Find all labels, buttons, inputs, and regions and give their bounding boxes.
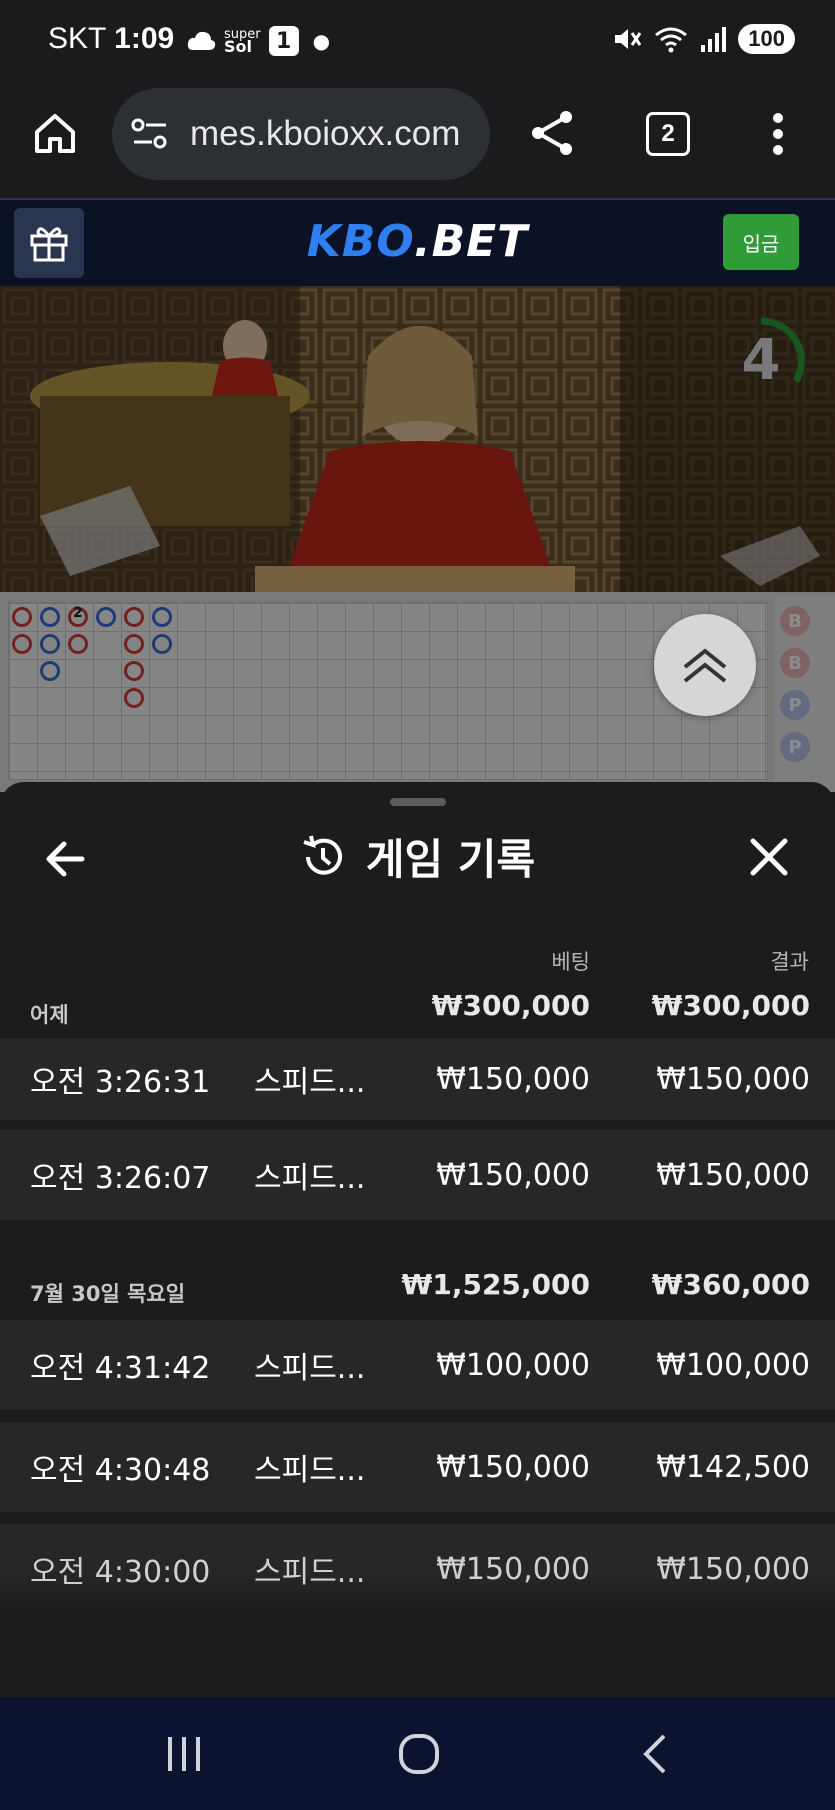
mute-icon [615, 29, 642, 49]
game-history-sheet: 게임 기록 베팅 결과 어제 ₩300,000 ₩300,000 오전 3:26… [0, 782, 835, 1697]
group-bet-total: ₩300,000 [431, 989, 590, 1022]
browser-toolbar: mes.kboioxx.com 2 [0, 88, 835, 198]
site-logo[interactable]: KBO.BET [0, 216, 835, 267]
chevron-up-icon [683, 648, 727, 683]
sheet-header: 게임 기록 [0, 826, 835, 887]
close-button[interactable] [744, 832, 794, 882]
history-row[interactable]: 오전 4:31:42 스피드... ₩100,000 ₩100,000 [0, 1320, 835, 1410]
url-text[interactable]: mes.kboioxx.com [190, 114, 460, 154]
row-time: 오전 3:26:07 [30, 1161, 211, 1196]
dot-icon: ● [312, 29, 331, 53]
more-icon [773, 113, 783, 155]
carrier: SKT [48, 22, 106, 55]
tabs-button[interactable]: 2 [646, 112, 690, 156]
home-nav-icon [399, 1734, 439, 1774]
row-bet: ₩150,000 [436, 1157, 590, 1193]
row-game: 스피드... [254, 1161, 366, 1196]
back-nav-icon [643, 1734, 666, 1774]
notification-badge: 1 [268, 26, 299, 56]
clock: 1:09 [114, 22, 175, 55]
row-game: 스피드... [254, 1065, 366, 1100]
row-bet: ₩150,000 [436, 1551, 590, 1587]
more-menu-button[interactable] [770, 112, 786, 160]
row-bet: ₩100,000 [436, 1347, 590, 1383]
battery-indicator: 100 [738, 24, 795, 54]
close-icon [750, 838, 788, 876]
share-button[interactable] [528, 108, 576, 162]
row-result: ₩150,000 [656, 1061, 810, 1097]
recent-apps-icon [168, 1737, 200, 1771]
row-time: 오전 3:26:31 [30, 1065, 211, 1100]
tabs-icon: 2 [646, 112, 690, 156]
deposit-button[interactable]: 입금 [723, 214, 799, 270]
home-nav-button[interactable] [398, 1733, 440, 1779]
row-bet: ₩150,000 [436, 1449, 590, 1485]
column-header-result: 결과 [770, 950, 809, 974]
row-result: ₩100,000 [656, 1347, 810, 1383]
site-header: KBO.BET 입금 [0, 198, 835, 288]
drag-handle[interactable] [390, 798, 446, 806]
row-time: 오전 4:31:42 [30, 1351, 211, 1386]
site-settings-icon[interactable] [130, 116, 170, 152]
status-bar: SKT 1:09 super Sol 1 ● 100 [0, 0, 835, 88]
system-nav-bar [0, 1697, 835, 1810]
history-row[interactable]: 오전 4:30:00 스피드... ₩150,000 ₩150,000 [0, 1524, 835, 1614]
signal-icon [701, 27, 727, 52]
row-result: ₩150,000 [656, 1551, 810, 1587]
expand-button[interactable] [654, 614, 756, 716]
history-row[interactable]: 오전 4:30:48 스피드... ₩150,000 ₩142,500 [0, 1422, 835, 1512]
address-bar[interactable]: mes.kboioxx.com [112, 88, 490, 180]
sheet-title: 게임 기록 [365, 835, 536, 884]
row-result: ₩142,500 [656, 1449, 810, 1485]
row-game: 스피드... [254, 1351, 366, 1386]
share-icon [532, 111, 572, 155]
row-result: ₩150,000 [656, 1157, 810, 1193]
super-sol-icon: super Sol [224, 27, 261, 56]
home-button[interactable] [32, 110, 78, 160]
status-right: 100 [612, 24, 795, 54]
row-time: 오전 4:30:48 [30, 1453, 211, 1488]
row-game: 스피드... [254, 1453, 366, 1488]
wifi-icon [655, 27, 688, 53]
backdrop-dim[interactable] [0, 286, 835, 792]
home-icon [35, 114, 75, 153]
notification-icons: super Sol 1 ● [186, 26, 330, 56]
status-time: SKT 1:09 [48, 22, 174, 56]
history-row[interactable]: 오전 3:26:31 스피드... ₩150,000 ₩150,000 [0, 1038, 835, 1120]
row-time: 오전 4:30:00 [30, 1555, 211, 1590]
row-bet: ₩150,000 [436, 1061, 590, 1097]
group-date: 어제 [30, 1003, 69, 1027]
group-result-total: ₩300,000 [651, 989, 810, 1022]
group-date: 7월 30일 목요일 [30, 1282, 186, 1306]
group-result-total: ₩360,000 [651, 1268, 810, 1301]
back-nav-button[interactable] [640, 1733, 670, 1779]
row-game: 스피드... [254, 1555, 366, 1590]
column-header-bet: 베팅 [551, 950, 590, 974]
group-bet-total: ₩1,525,000 [401, 1268, 590, 1301]
cloud-icon [187, 31, 216, 50]
history-icon [303, 835, 342, 875]
recent-apps-button[interactable] [164, 1735, 204, 1777]
history-row[interactable]: 오전 3:26:07 스피드... ₩150,000 ₩150,000 [0, 1130, 835, 1220]
